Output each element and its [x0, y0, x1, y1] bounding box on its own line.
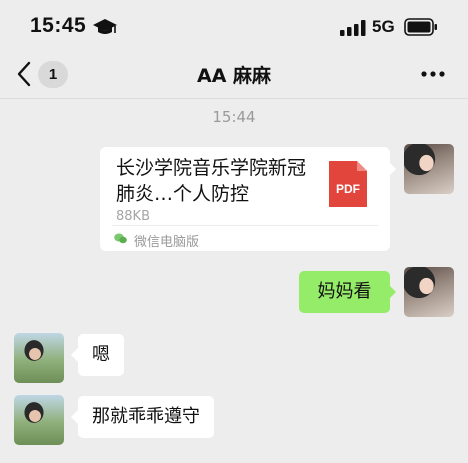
avatar-self[interactable]: [404, 267, 454, 317]
file-size: 88KB: [116, 209, 150, 224]
battery-icon: [404, 18, 437, 36]
network-label: 5G: [372, 17, 395, 36]
bubble-tail: [389, 285, 396, 299]
wechat-pc-icon: [114, 233, 127, 244]
bubble-tail: [389, 162, 396, 176]
status-bar: 15:45 5G: [0, 0, 468, 52]
chat-title: AA 麻麻: [196, 65, 272, 87]
pdf-type-label: PDF: [336, 182, 360, 196]
incoming-message[interactable]: 那就乖乖遵守: [78, 396, 214, 438]
chat-header: 1 AA 麻麻: [0, 52, 468, 98]
avatar-contact[interactable]: [14, 333, 64, 383]
file-footer-divider: [112, 225, 378, 226]
file-name: 长沙学院音乐学院新冠肺炎…个人防控: [116, 157, 307, 205]
more-dots-icon[interactable]: [420, 70, 446, 78]
graduation-cap-icon: [93, 19, 117, 34]
bubble-tail: [71, 410, 78, 424]
outgoing-message[interactable]: 妈妈看: [299, 271, 390, 313]
bubble-tail: [71, 348, 78, 362]
signal-bars-icon: [340, 20, 366, 36]
incoming-message[interactable]: 嗯: [78, 334, 124, 376]
avatar-contact[interactable]: [14, 395, 64, 445]
avatar-self[interactable]: [404, 144, 454, 194]
status-time: 15:45: [30, 14, 87, 37]
pdf-file-icon: PDF: [329, 161, 367, 207]
message-timestamp: 15:44: [212, 108, 256, 126]
file-source-label: 微信电脑版: [134, 235, 200, 250]
file-message-bubble[interactable]: 长沙学院音乐学院新冠肺炎…个人防控 88KB PDF 微信电脑版: [100, 147, 390, 251]
header-divider: [0, 98, 468, 99]
